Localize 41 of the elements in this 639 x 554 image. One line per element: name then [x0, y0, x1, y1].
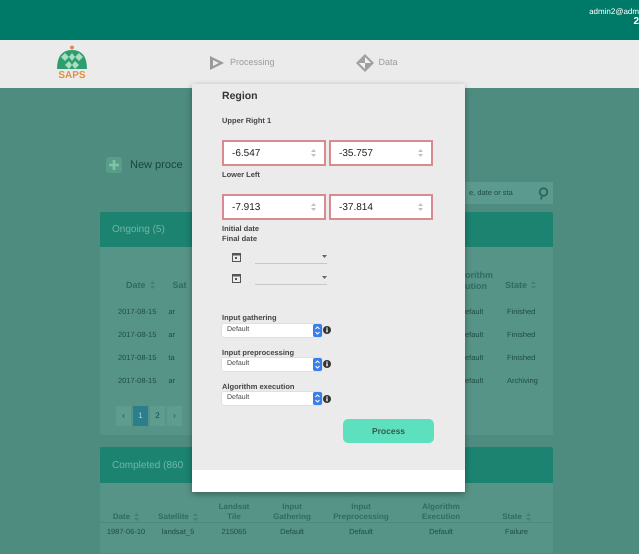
page-button[interactable]: ‹ — [116, 406, 131, 426]
field-value: -6.547 — [232, 146, 260, 160]
spinner-icon — [311, 203, 316, 212]
nav-link[interactable]: Data — [354, 53, 398, 73]
stepper-icon — [313, 358, 322, 371]
logo-icon — [55, 45, 89, 71]
info-icon — [323, 394, 331, 402]
stepper-icon — [313, 324, 322, 336]
diamond-icon — [354, 53, 375, 73]
field-value: -37.814 — [339, 200, 373, 215]
user-email: admin2@adm — [589, 8, 639, 16]
info-icon — [323, 360, 331, 368]
field-value: -35.757 — [339, 146, 373, 160]
user-info: 2 — [633, 16, 639, 28]
page-button[interactable]: › — [167, 406, 182, 426]
number-field[interactable]: -7.913 — [222, 194, 326, 220]
play-arrow-icon — [208, 54, 226, 72]
dialog-title: Region — [222, 89, 259, 104]
number-field[interactable]: -6.547 — [222, 140, 326, 166]
calendar-icon — [232, 252, 241, 262]
nav-link[interactable]: Processing — [208, 53, 275, 73]
calendar-icon — [232, 272, 241, 283]
spinner-icon — [418, 203, 423, 212]
spinner-icon — [418, 149, 423, 157]
panel-title: Ongoing (5) — [112, 223, 165, 237]
plus-icon — [106, 157, 122, 173]
panel-title: Completed (860 — [112, 458, 184, 472]
spinner-icon — [311, 149, 316, 157]
info-icon — [323, 326, 331, 334]
field-value: -7.913 — [232, 200, 260, 215]
dropdown-caret-icon — [322, 254, 327, 258]
number-field[interactable]: -35.757 — [329, 140, 433, 166]
number-field[interactable]: -37.814 — [329, 194, 433, 220]
dropdown-caret-icon — [322, 276, 327, 279]
stepper-icon — [313, 392, 322, 405]
page-button[interactable]: 1 — [133, 406, 148, 426]
logo-text: SAPS — [58, 71, 86, 81]
page-button[interactable]: 2 — [150, 406, 165, 426]
search-icon — [538, 186, 549, 200]
process-button[interactable]: Process — [343, 419, 434, 443]
new-process-link[interactable]: New proce — [130, 156, 183, 174]
